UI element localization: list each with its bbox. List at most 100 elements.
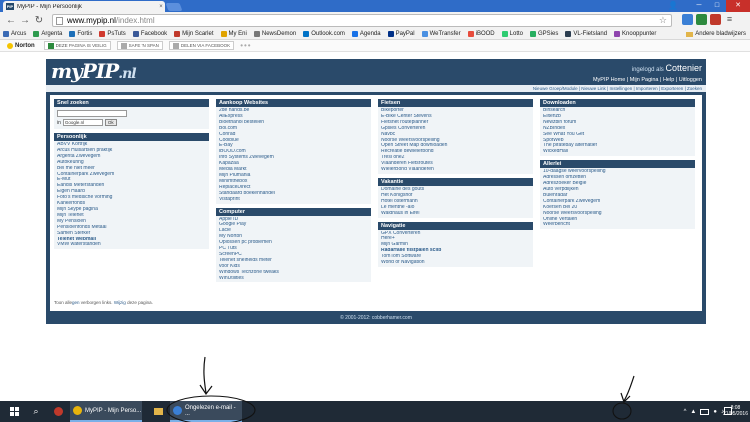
bookmark-favicon-icon (3, 31, 9, 37)
column-4: Downloaden Binsearch Elitenzb Newzbin forum… (540, 99, 695, 233)
bookmark-item[interactable]: Agenda (351, 31, 381, 37)
group-title: Vakantie (378, 177, 533, 186)
start-button[interactable] (4, 401, 24, 422)
share-facebook-chip[interactable]: DELEN VIA FACEBOOK (168, 41, 235, 50)
bookmark-item[interactable]: Facebook (132, 31, 167, 37)
link-item[interactable]: WickedHall (543, 149, 692, 155)
bookmark-label: Lotto (509, 31, 523, 37)
extension-icon-3[interactable] (710, 14, 721, 25)
user-profile-icon[interactable]: 👤 (668, 1, 678, 10)
safe-span-chip[interactable]: SAFE 'N SPAN (116, 41, 163, 50)
login-user: Cottenier (665, 63, 702, 73)
search-icon[interactable]: ⌕ (28, 401, 44, 422)
other-bookmarks-label: Andere bladwijzers (695, 31, 746, 37)
bookmark-item[interactable]: GPSies (530, 31, 558, 37)
taskbar-chrome-window[interactable]: MyPIP - Mijn Perso... (70, 401, 142, 422)
bookmark-item[interactable]: Outlook.com (303, 31, 345, 37)
mypip-logo[interactable]: myPIP.nl (51, 59, 137, 83)
bookmark-favicon-icon (467, 31, 474, 37)
bookmark-item[interactable]: Arcus (3, 31, 26, 37)
safe-page-chip[interactable]: DEZE PAGINA IS VEILIG (43, 41, 111, 50)
link-item[interactable]: Weerbericht (543, 222, 692, 228)
search-input[interactable] (57, 110, 127, 117)
reload-button[interactable]: ↻ (32, 14, 46, 28)
search-engine-select[interactable]: Google.nl (62, 119, 103, 126)
more-dots-icon[interactable]: ••• (240, 41, 251, 50)
network-icon[interactable]: ▲ (690, 409, 696, 415)
extension-icon-2[interactable] (696, 14, 707, 25)
forward-button[interactable]: → (18, 14, 32, 28)
chrome-icon (73, 406, 82, 415)
bookmark-item[interactable]: Lotto (501, 31, 523, 37)
bookmark-label: PsTuts (107, 31, 126, 37)
footnote-mid: verborgen links. (79, 300, 113, 305)
address-bar[interactable]: www.mypip.nl/index.html ☆ (52, 14, 672, 27)
new-tab-button[interactable] (165, 3, 183, 11)
top-navigation[interactable]: MyPIP Home | Mijn Pagina | Help | Uitlog… (593, 77, 702, 83)
windows-taskbar: ⌕ MyPIP - Mijn Perso... Ongelezen e-mail… (0, 401, 750, 422)
link-item[interactable]: Vistaprint (219, 197, 368, 203)
share-facebook-label: DELEN VIA FACEBOOK (180, 43, 231, 48)
bookmark-item[interactable]: VL-Fietsland (565, 31, 607, 37)
tab-close-icon[interactable]: × (157, 4, 165, 10)
mail-tray-icon[interactable] (700, 408, 710, 415)
bookmark-star-icon[interactable]: ☆ (659, 15, 667, 26)
taskbar-mail-window[interactable]: Ongelezen e-mail - ... (170, 401, 242, 422)
chrome-menu-icon[interactable]: ≡ (724, 14, 735, 25)
minimize-button[interactable]: ─ (690, 0, 708, 12)
browser-tab[interactable]: PIP MyPIP - Mijn Persoonlijk × (3, 1, 165, 12)
link-group: Aankoop Websites 2de hands.be AliExpress Bi… (216, 99, 371, 204)
link-item[interactable]: VMW waterstanden (57, 242, 206, 248)
bookmark-item[interactable]: Knooppunter (614, 31, 656, 37)
annotation-arrow-right (620, 375, 635, 404)
file-explorer-icon[interactable] (150, 401, 166, 422)
bookmark-item[interactable]: Argenta (33, 31, 62, 37)
link-group: Fietsen Bikeporter E-Bike Center Stevens Fi… (378, 99, 533, 174)
bookmark-favicon-icon (253, 31, 260, 37)
logo-tld: .nl (118, 66, 136, 82)
bookmark-favicon-icon (174, 31, 181, 37)
link-item[interactable]: WinUtilities (219, 276, 368, 282)
tray-app-icon[interactable]: ● (713, 409, 717, 415)
bookmark-item[interactable]: NewsDemon (253, 31, 296, 37)
search-ok-button[interactable]: Ok (104, 119, 117, 126)
edit-page-link[interactable]: Wijzig (113, 300, 126, 305)
norton-button[interactable]: Norton (4, 41, 38, 50)
bookmark-item[interactable]: PayPal (387, 31, 415, 37)
bookmark-item[interactable]: Fortis (69, 31, 92, 37)
maximize-button[interactable]: □ (708, 0, 726, 12)
back-button[interactable]: ← (4, 14, 18, 28)
close-button[interactable]: ✕ (726, 0, 750, 12)
norton-check-icon (7, 42, 13, 49)
link-item[interactable]: World of Navigation (381, 260, 530, 266)
bookmark-label: Knooppunter (622, 31, 657, 37)
bookmark-favicon-icon (565, 31, 572, 37)
norton-label: Norton (15, 42, 35, 49)
link-item[interactable]: WielerBond Vlaanderen (381, 167, 530, 173)
bookmarks-bar: Arcus Argenta Fortis PsTuts Facebook Mijn Sca… (0, 29, 750, 40)
bookmark-item[interactable]: iBOOD (467, 31, 495, 37)
login-prefix: ingelogd als (631, 67, 664, 73)
footnote-suffix: deze pagina. (125, 300, 153, 305)
show-all-link[interactable]: gen (72, 300, 80, 305)
other-bookmarks-folder[interactable]: Andere bladwijzers (686, 31, 746, 37)
box-title: Snel zoeken (54, 99, 209, 107)
bookmark-label: GPSies (538, 31, 559, 37)
tray-chevron-icon[interactable]: ^ (684, 409, 687, 415)
bookmark-favicon-icon (220, 31, 227, 37)
bookmark-item[interactable]: Mijn Scarlet (174, 31, 214, 37)
taskbar-app-icon[interactable] (50, 401, 66, 422)
extension-icon-1[interactable] (682, 14, 693, 25)
bookmark-label: Outlook.com (311, 31, 345, 37)
link-item[interactable]: Waldhaus in Eifel (381, 211, 530, 217)
taskbar-clock[interactable]: 8:08 21/05/2016 (723, 405, 748, 417)
bookmark-label: Fortis (77, 31, 93, 37)
bookmark-label: Mijn Scarlet (182, 31, 214, 37)
group-title: Computer (216, 207, 371, 216)
bookmark-item[interactable]: WeTransfer (421, 31, 461, 37)
subnav-links[interactable]: Nieuwe Groep/Module | Nieuwe Link | Inst… (533, 85, 702, 92)
bookmark-item[interactable]: PsTuts (99, 31, 126, 37)
bookmark-favicon-icon (421, 31, 428, 37)
bookmark-favicon-icon (387, 31, 394, 37)
bookmark-item[interactable]: My Eni (220, 31, 247, 37)
